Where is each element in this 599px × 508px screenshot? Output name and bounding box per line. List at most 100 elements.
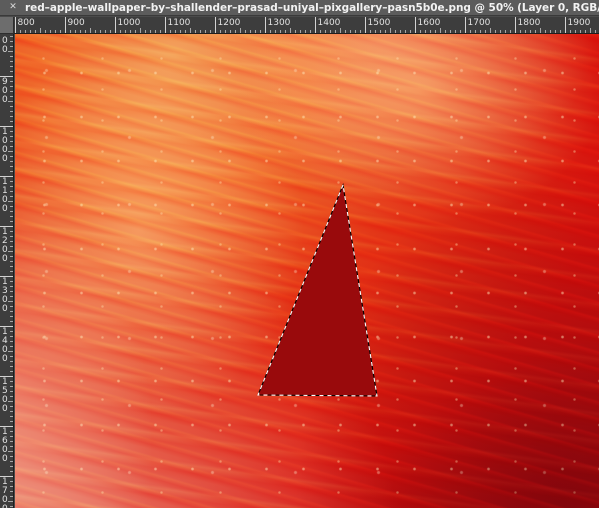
ruler-tick-minor xyxy=(10,420,13,422)
ruler-tick-minor xyxy=(574,30,576,33)
ruler-tick-label: 1800 xyxy=(517,18,541,28)
ruler-tick-minor xyxy=(269,30,271,33)
ruler-tick-minor xyxy=(369,30,371,33)
ruler-tick-minor xyxy=(10,355,13,357)
ruler-tick-minor xyxy=(10,70,13,72)
ruler-tick-minor xyxy=(129,30,131,33)
ruler-tick-minor xyxy=(404,30,406,33)
ruler-tick-minor xyxy=(10,410,13,412)
ruler-tick-minor xyxy=(10,340,13,342)
ruler-tick-minor xyxy=(259,30,261,33)
ruler-tick-minor xyxy=(549,30,551,33)
ruler-tick-major: 1100 xyxy=(164,17,190,33)
ruler-tick-minor xyxy=(339,28,341,33)
ruler-tick-minor xyxy=(84,30,86,33)
ruler-tick-minor xyxy=(89,28,91,33)
ruler-tick-minor xyxy=(349,30,351,33)
ruler-tick-minor xyxy=(159,30,161,33)
ruler-tick-minor xyxy=(409,30,411,33)
horizontal-ruler[interactable]: 800 900 1000 1100 1200 1300 1400 1500 1600 1700 18… xyxy=(14,17,599,34)
ruler-tick-minor xyxy=(44,30,46,33)
ruler-tick-minor xyxy=(309,30,311,33)
ruler-tick-major: 1100 xyxy=(0,175,13,213)
ruler-tick-minor xyxy=(10,215,13,217)
ruler-tick-minor xyxy=(69,30,71,33)
close-x-icon[interactable]: ✕ xyxy=(4,1,22,15)
ruler-tick-minor xyxy=(10,140,13,142)
vertical-ruler[interactable]: 80090010001100120013001400150016001700 xyxy=(0,34,14,508)
ruler-tick-minor xyxy=(10,445,13,447)
ruler-tick-minor xyxy=(579,30,581,33)
ruler-tick-minor xyxy=(10,280,13,282)
ruler-tick-minor xyxy=(10,195,13,197)
ruler-tick-minor xyxy=(244,30,246,33)
ruler-tick-minor xyxy=(344,30,346,33)
ruler-tick-minor xyxy=(134,30,136,33)
ruler-tick-minor xyxy=(10,85,13,87)
ruler-tick-minor xyxy=(434,30,436,33)
ruler-tick-minor xyxy=(144,30,146,33)
ruler-tick-minor xyxy=(10,405,13,407)
ruler-tick-minor xyxy=(10,220,13,222)
ruler-tick-major: 900 xyxy=(64,17,85,33)
window-titlebar[interactable]: ✕ red–apple–wallpaper–by–shallender–pras… xyxy=(0,0,599,16)
ruler-tick-minor xyxy=(8,350,13,352)
ruler-tick-minor xyxy=(10,290,13,292)
ruler-tick-minor xyxy=(10,255,13,257)
ruler-tick-minor xyxy=(8,250,13,252)
ruler-tick-label: 1500 xyxy=(367,18,391,28)
ruler-tick-major: 1400 xyxy=(314,17,340,33)
ruler-tick-minor xyxy=(10,155,13,157)
ruler-tick-minor xyxy=(324,30,326,33)
ruler-tick-minor xyxy=(10,80,13,82)
ruler-tick-minor xyxy=(139,28,141,33)
ruler-tick-minor xyxy=(10,185,13,187)
ruler-tick-minor xyxy=(10,505,13,507)
ruler-tick-minor xyxy=(289,28,291,33)
ruler-tick-label: 1200 xyxy=(217,18,241,28)
ruler-tick-minor xyxy=(584,30,586,33)
ruler-tick-minor xyxy=(8,400,13,402)
ruler-tick-minor xyxy=(124,30,126,33)
ruler-tick-minor xyxy=(189,28,191,33)
ruler-tick-minor xyxy=(10,160,13,162)
ruler-tick-minor xyxy=(169,30,171,33)
ruler-tick-minor xyxy=(10,240,13,242)
ruler-tick-minor xyxy=(10,245,13,247)
ruler-tick-minor xyxy=(449,30,451,33)
ruler-origin-corner[interactable] xyxy=(0,17,14,34)
ruler-tick-minor xyxy=(10,455,13,457)
ruler-tick-major: 1700 xyxy=(464,17,490,33)
ruler-tick-minor xyxy=(199,30,201,33)
ruler-tick-minor xyxy=(10,230,13,232)
ruler-tick-minor xyxy=(234,30,236,33)
ruler-tick-minor xyxy=(8,50,13,52)
ruler-tick-minor xyxy=(10,60,13,62)
ruler-tick-minor xyxy=(279,30,281,33)
ruler-tick-minor xyxy=(10,465,13,467)
ruler-tick-minor xyxy=(389,28,391,33)
ruler-tick-major: 1200 xyxy=(214,17,240,33)
ruler-tick-minor xyxy=(10,365,13,367)
ruler-tick-minor xyxy=(29,30,31,33)
ruler-tick-minor xyxy=(119,30,121,33)
ruler-tick-minor xyxy=(109,30,111,33)
ruler-tick-minor xyxy=(10,330,13,332)
ruler-tick-label: 1900 xyxy=(567,18,591,28)
ruler-tick-minor xyxy=(8,100,13,102)
ruler-tick-minor xyxy=(594,30,596,33)
ruler-tick-major: 1900 xyxy=(564,17,590,33)
ruler-tick-minor xyxy=(149,30,151,33)
ruler-tick-minor xyxy=(10,380,13,382)
image-canvas[interactable] xyxy=(15,34,599,508)
ruler-tick-minor xyxy=(319,30,321,33)
ruler-tick-minor xyxy=(569,30,571,33)
ruler-tick-minor xyxy=(554,30,556,33)
ruler-tick-minor xyxy=(34,30,36,33)
ruler-tick-minor xyxy=(79,30,81,33)
image-editor-window: ✕ red–apple–wallpaper–by–shallender–pras… xyxy=(0,0,599,508)
ruler-tick-minor xyxy=(104,30,106,33)
ruler-tick-major: 1600 xyxy=(0,425,13,463)
ruler-tick-minor xyxy=(10,385,13,387)
ruler-tick-minor xyxy=(539,28,541,33)
